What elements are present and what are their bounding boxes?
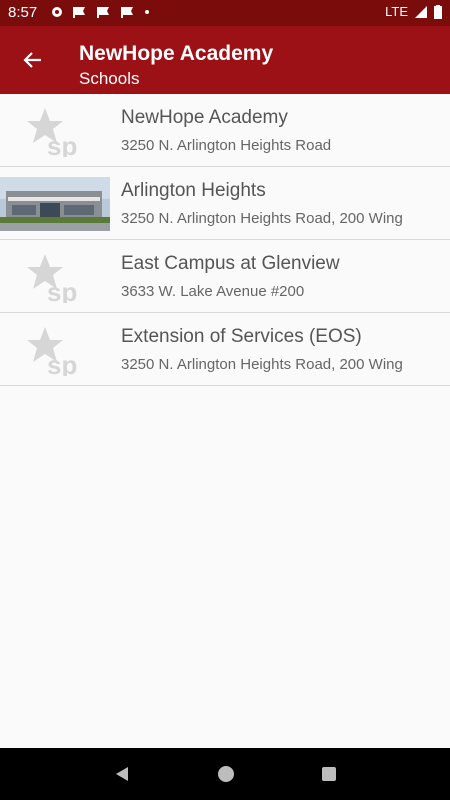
- back-button[interactable]: [14, 42, 50, 78]
- building-photo: [0, 177, 110, 231]
- school-address: 3250 N. Arlington Heights Road: [121, 137, 332, 154]
- arrow-left-icon: [23, 52, 41, 68]
- sp-logo-icon: sp: [27, 108, 77, 157]
- system-nav-bar: [0, 748, 450, 800]
- school-name: NewHope Academy: [121, 107, 288, 128]
- page-subtitle: Schools: [79, 69, 140, 88]
- status-time: 8:57: [8, 4, 38, 21]
- notification-icons: [50, 5, 150, 19]
- school-name: East Campus at Glenview: [121, 253, 340, 274]
- back-triangle-icon[interactable]: [113, 765, 131, 783]
- home-circle-icon[interactable]: [217, 765, 235, 783]
- sp-logo-icon: sp: [27, 254, 77, 303]
- system-icons: LTE: [385, 4, 442, 19]
- battery-icon: [434, 4, 442, 19]
- recents-square-icon[interactable]: [321, 766, 337, 782]
- school-address: 3633 W. Lake Avenue #200: [121, 283, 305, 300]
- svg-text:sp: sp: [47, 277, 77, 303]
- school-address: 3250 N. Arlington Heights Road, 200 Wing: [121, 210, 403, 227]
- page-title: NewHope Academy: [79, 42, 274, 65]
- school-item[interactable]: sp NewHope Academy 3250 N. Arlington Hei…: [0, 94, 450, 167]
- sp-logo-placeholder: sp: [0, 323, 110, 377]
- gear-icon: [52, 7, 62, 17]
- sp-logo-icon: sp: [27, 327, 77, 376]
- flag-icon: [73, 7, 85, 18]
- building-photo-image: [0, 177, 110, 231]
- status-bar: 8:57 LTE: [0, 0, 450, 26]
- schools-list: sp NewHope Academy 3250 N. Arlington Hei…: [0, 94, 450, 386]
- school-item[interactable]: sp East Campus at Glenview 3633 W. Lake …: [0, 240, 450, 313]
- app-bar: NewHope Academy Schools: [0, 26, 450, 94]
- flag-icon: [97, 7, 109, 18]
- school-item[interactable]: sp Extension of Services (EOS) 3250 N. A…: [0, 313, 450, 386]
- sp-logo-placeholder: sp: [0, 104, 110, 158]
- school-name: Arlington Heights: [121, 180, 266, 201]
- svg-text:sp: sp: [47, 131, 77, 157]
- flag-icon: [121, 7, 133, 18]
- school-item[interactable]: Arlington Heights 3250 N. Arlington Heig…: [0, 167, 450, 240]
- sp-logo-placeholder: sp: [0, 250, 110, 304]
- network-type: LTE: [385, 4, 408, 19]
- school-address: 3250 N. Arlington Heights Road, 200 Wing: [121, 356, 403, 373]
- signal-icon: [415, 5, 427, 18]
- dot-icon: [145, 10, 149, 14]
- svg-text:sp: sp: [47, 350, 77, 376]
- school-name: Extension of Services (EOS): [121, 326, 362, 347]
